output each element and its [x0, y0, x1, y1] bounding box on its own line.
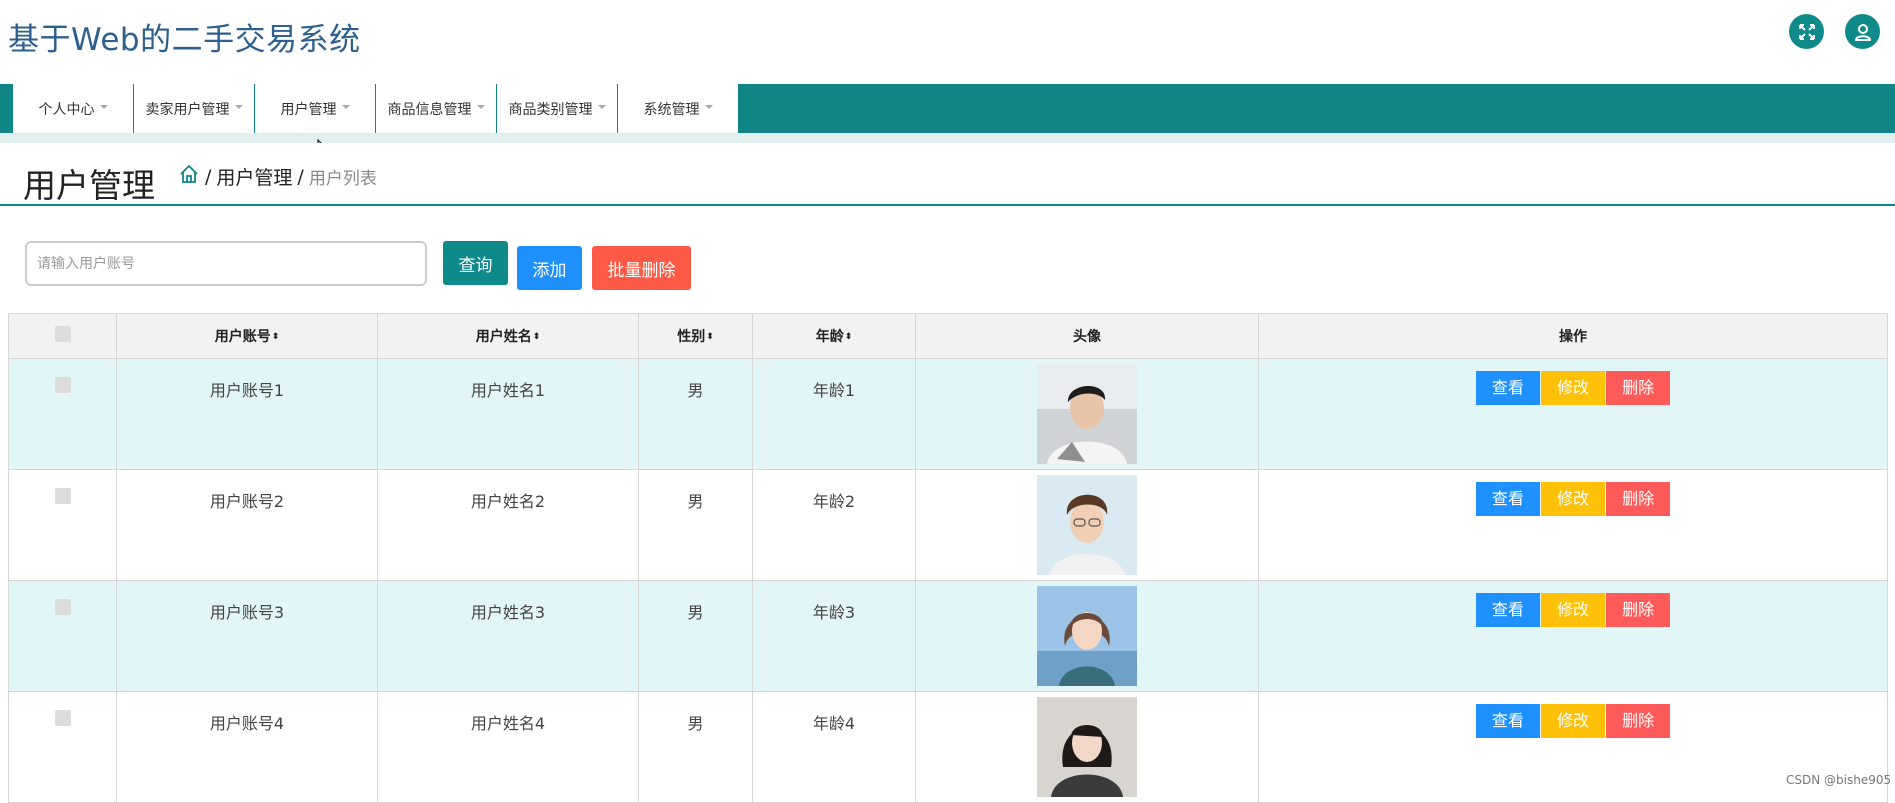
nav-item-personal-center[interactable]: 个人中心 [13, 84, 134, 133]
app-title: 基于Web的二手交易系统 [8, 22, 361, 58]
view-button[interactable]: 查看 [1475, 482, 1540, 516]
breadcrumb: / 用户管理 / 用户列表 [178, 163, 377, 190]
cell-account: 用户账号2 [116, 469, 378, 581]
search-button[interactable]: 查询 [443, 241, 508, 285]
table-row: 用户账号3 用户姓名3 男 年龄3 查看 修改 删除 [8, 580, 1888, 692]
cell-gender: 男 [638, 580, 753, 692]
cell-age: 年龄3 [752, 580, 916, 692]
user-table: 用户账号⬍ 用户姓名⬍ 性别⬍ 年龄⬍ 头像 操作 用户账号1 用户姓名1 男 … [8, 313, 1888, 803]
cell-name: 用户姓名4 [377, 691, 639, 803]
table-row: 用户账号4 用户姓名4 男 年龄4 查看 修改 删除 [8, 691, 1888, 803]
avatar [1037, 586, 1137, 686]
select-all-header [8, 313, 117, 359]
breadcrumb-separator: / [297, 165, 304, 188]
delete-button[interactable]: 删除 [1606, 593, 1671, 627]
column-header-ops: 操作 [1258, 313, 1888, 359]
select-all-checkbox[interactable] [54, 326, 71, 342]
avatar [1037, 475, 1137, 575]
cell-gender: 男 [638, 358, 753, 470]
view-button[interactable]: 查看 [1475, 704, 1540, 738]
nav-menu: 个人中心 卖家用户管理 用户管理 商品信息管理 商品类别管理 系统管理 [13, 84, 739, 133]
nav-item-product-category[interactable]: 商品类别管理 [497, 84, 618, 133]
caret-down-icon [476, 104, 485, 109]
caret-down-icon [704, 104, 713, 109]
caret-down-icon [597, 104, 606, 109]
column-header-age[interactable]: 年龄⬍ [752, 313, 916, 359]
page-title: 用户管理 [23, 166, 155, 205]
table-header-row: 用户账号⬍ 用户姓名⬍ 性别⬍ 年龄⬍ 头像 操作 [8, 313, 1888, 359]
watermark: CSDN @bishe905 [1786, 773, 1892, 787]
fullscreen-icon [1798, 23, 1815, 40]
account-search-input[interactable] [25, 241, 427, 286]
breadcrumb-separator: / [205, 165, 212, 188]
edit-button[interactable]: 修改 [1541, 482, 1605, 516]
add-button[interactable]: 添加 [517, 246, 582, 290]
cell-name: 用户姓名1 [377, 358, 639, 470]
sort-icon: ⬍ [532, 331, 541, 342]
sort-icon: ⬍ [271, 331, 280, 342]
nav-item-user-management[interactable]: 用户管理 [255, 84, 376, 133]
nav-item-label: 商品信息管理 [387, 101, 472, 118]
row-checkbox[interactable] [54, 377, 71, 393]
nav-item-product-info[interactable]: 商品信息管理 [376, 84, 497, 133]
view-button[interactable]: 查看 [1475, 371, 1540, 405]
delete-button[interactable]: 删除 [1606, 482, 1671, 516]
table-row: 用户账号2 用户姓名2 男 年龄2 查看 修改 删除 [8, 469, 1888, 581]
caret-down-icon [99, 104, 108, 109]
top-header: 基于Web的二手交易系统 [0, 0, 1895, 84]
delete-button[interactable]: 删除 [1606, 371, 1671, 405]
user-icon [1854, 23, 1871, 41]
column-header-avatar: 头像 [915, 313, 1259, 359]
avatar [1037, 697, 1137, 797]
user-button[interactable] [1845, 14, 1880, 49]
caret-down-icon [234, 104, 243, 109]
avatar [1037, 364, 1137, 464]
edit-button[interactable]: 修改 [1541, 704, 1605, 738]
nav-item-label: 卖家用户管理 [145, 101, 230, 118]
column-header-account[interactable]: 用户账号⬍ [116, 313, 378, 359]
main-nav: 个人中心 卖家用户管理 用户管理 商品信息管理 商品类别管理 系统管理 [0, 84, 1895, 133]
breadcrumb-current: 用户列表 [308, 169, 377, 189]
cell-age: 年龄1 [752, 358, 916, 470]
row-checkbox[interactable] [54, 599, 71, 615]
cell-age: 年龄2 [752, 469, 916, 581]
nav-item-label: 个人中心 [38, 101, 95, 118]
cell-gender: 男 [638, 691, 753, 803]
cell-age: 年龄4 [752, 691, 916, 803]
cell-account: 用户账号4 [116, 691, 378, 803]
fullscreen-button[interactable] [1789, 14, 1824, 49]
sort-icon: ⬍ [706, 331, 714, 342]
cell-account: 用户账号1 [116, 358, 378, 470]
home-icon[interactable] [178, 163, 200, 190]
table-row: 用户账号1 用户姓名1 男 年龄1 查看 修改 删除 [8, 358, 1888, 470]
cell-name: 用户姓名2 [377, 469, 639, 581]
nav-item-label: 用户管理 [280, 101, 337, 118]
nav-item-seller-management[interactable]: 卖家用户管理 [134, 84, 255, 133]
column-header-gender[interactable]: 性别⬍ [638, 313, 753, 359]
view-button[interactable]: 查看 [1475, 593, 1540, 627]
edit-button[interactable]: 修改 [1541, 371, 1605, 405]
column-header-name[interactable]: 用户姓名⬍ [377, 313, 639, 359]
cell-name: 用户姓名3 [377, 580, 639, 692]
nav-divider [0, 133, 1895, 143]
sort-icon: ⬍ [844, 331, 853, 342]
cell-account: 用户账号3 [116, 580, 378, 692]
edit-button[interactable]: 修改 [1541, 593, 1605, 627]
bulk-delete-button[interactable]: 批量删除 [592, 246, 691, 290]
delete-button[interactable]: 删除 [1606, 704, 1671, 738]
nav-item-system[interactable]: 系统管理 [618, 84, 739, 133]
row-checkbox[interactable] [54, 710, 71, 726]
nav-item-label: 系统管理 [643, 101, 700, 118]
cell-gender: 男 [638, 469, 753, 581]
page-header: 用户管理 / 用户管理 / 用户列表 [0, 143, 1895, 206]
caret-down-icon [341, 104, 350, 109]
row-checkbox[interactable] [54, 488, 71, 504]
nav-item-label: 商品类别管理 [508, 101, 593, 118]
breadcrumb-section[interactable]: 用户管理 [216, 163, 292, 190]
